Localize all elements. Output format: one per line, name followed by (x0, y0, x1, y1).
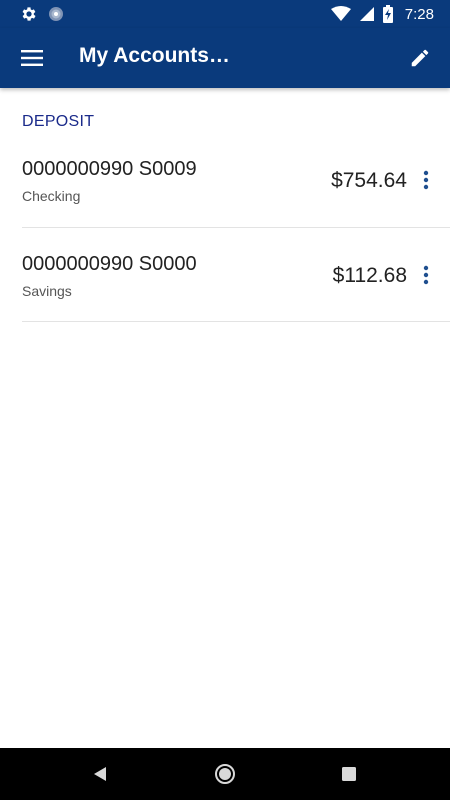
system-nav-bar (0, 748, 450, 800)
more-vertical-icon (423, 265, 429, 285)
edit-button[interactable] (402, 40, 438, 76)
battery-charging-icon (382, 5, 393, 23)
account-type: Checking (22, 188, 81, 204)
app-bar: My Accounts… (0, 28, 450, 88)
account-number: 0000000990 S0000 (22, 253, 197, 275)
home-button[interactable] (209, 758, 241, 790)
account-row[interactable]: 0000000990 S0000 Savings $112.68 (0, 248, 450, 342)
back-icon (93, 766, 107, 782)
sync-icon (48, 6, 64, 22)
account-number: 0000000990 S0009 (22, 158, 197, 180)
edit-pencil-icon (409, 47, 431, 69)
account-more-button[interactable] (408, 162, 444, 198)
home-icon (214, 763, 236, 785)
divider (22, 227, 450, 228)
account-row[interactable]: 0000000990 S0009 Checking $754.64 (0, 153, 450, 247)
back-button[interactable] (84, 758, 116, 790)
menu-button[interactable] (14, 40, 50, 76)
wifi-icon (330, 6, 351, 22)
settings-icon (20, 5, 38, 23)
account-more-button[interactable] (408, 257, 444, 293)
recents-icon (342, 767, 356, 781)
status-right-icons: 7:28 (330, 4, 434, 24)
account-balance: $112.68 (332, 264, 407, 287)
recents-button[interactable] (333, 758, 365, 790)
divider (22, 321, 450, 322)
signal-icon (359, 6, 375, 22)
account-balance: $754.64 (331, 169, 407, 192)
screen: 7:28 My Accounts… DEPOSIT 0000000990 S00… (0, 0, 450, 800)
status-bar: 7:28 (0, 0, 450, 28)
more-vertical-icon (423, 170, 429, 190)
status-time: 7:28 (404, 5, 434, 23)
status-left-icons (20, 4, 64, 24)
menu-icon (21, 49, 43, 67)
section-header-deposit: DEPOSIT (22, 113, 95, 130)
page-title: My Accounts… (79, 44, 230, 67)
account-type: Savings (22, 283, 72, 299)
